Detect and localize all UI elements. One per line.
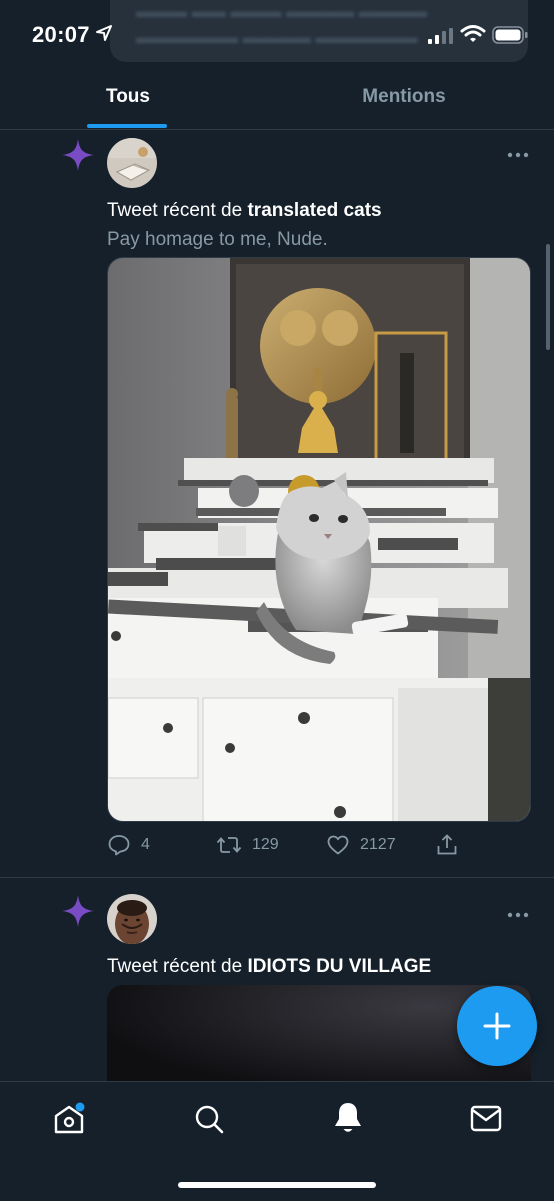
notification-item[interactable]: Tweet récent de translated cats Pay homa… bbox=[0, 130, 554, 877]
scrollbar-thumb[interactable] bbox=[546, 244, 550, 350]
avatar[interactable] bbox=[107, 138, 157, 188]
nav-search[interactable] bbox=[192, 1102, 226, 1141]
tab-mentions[interactable]: Mentions bbox=[340, 86, 468, 108]
account-name[interactable]: IDIOTS DU VILLAGE bbox=[247, 956, 431, 977]
home-icon bbox=[54, 1102, 85, 1134]
heart-icon bbox=[327, 835, 349, 855]
status-bar: ▬▬▬ ▬▬ ▬▬▬ ▬▬▬▬ ▬▬▬▬ ▬▬▬▬▬▬ ▬▬▬▬ ▬▬▬▬▬▬ … bbox=[0, 0, 554, 70]
compose-tweet-button[interactable] bbox=[457, 986, 537, 1066]
share-button[interactable] bbox=[435, 833, 469, 857]
cellular-signal-icon bbox=[428, 28, 454, 49]
recent-prefix: Tweet récent de bbox=[107, 956, 248, 977]
account-name[interactable]: translated cats bbox=[247, 200, 381, 221]
sparkle-icon bbox=[61, 138, 95, 172]
home-indicator bbox=[178, 1182, 376, 1188]
reply-button[interactable]: 4 bbox=[107, 833, 150, 857]
reply-count: 4 bbox=[141, 836, 150, 853]
avatar[interactable] bbox=[107, 894, 157, 944]
more-options-icon[interactable] bbox=[507, 898, 529, 924]
wifi-icon bbox=[460, 24, 486, 49]
plus-icon bbox=[483, 1012, 511, 1040]
reply-icon bbox=[108, 835, 130, 856]
search-icon bbox=[195, 1105, 224, 1134]
retweet-icon bbox=[216, 837, 242, 853]
messages-icon bbox=[470, 1105, 502, 1132]
retweet-count: 129 bbox=[252, 836, 279, 853]
notifications-icon bbox=[335, 1103, 361, 1132]
active-tab-indicator bbox=[87, 124, 167, 128]
tweet-text: Pay homage to me, Nude. bbox=[107, 229, 328, 250]
recent-prefix: Tweet récent de bbox=[107, 200, 248, 221]
more-options-icon[interactable] bbox=[507, 138, 529, 164]
status-time: 20:07 bbox=[32, 22, 90, 47]
tab-all[interactable]: Tous bbox=[88, 86, 168, 108]
retweet-button[interactable]: 129 bbox=[216, 833, 279, 857]
like-count: 2127 bbox=[360, 836, 396, 853]
nav-notifications[interactable] bbox=[331, 1100, 365, 1141]
nav-home[interactable] bbox=[52, 1102, 86, 1141]
nav-messages[interactable] bbox=[469, 1104, 503, 1139]
share-icon bbox=[437, 834, 457, 855]
recent-tweet-line: Tweet récent de translated cats bbox=[107, 200, 382, 222]
battery-icon bbox=[492, 26, 528, 49]
recent-tweet-line: Tweet récent de IDIOTS DU VILLAGE bbox=[107, 956, 431, 978]
sparkle-icon bbox=[61, 894, 95, 928]
like-button[interactable]: 2127 bbox=[326, 833, 396, 857]
tweet-media-image[interactable] bbox=[107, 257, 531, 822]
location-arrow-icon bbox=[95, 24, 113, 47]
